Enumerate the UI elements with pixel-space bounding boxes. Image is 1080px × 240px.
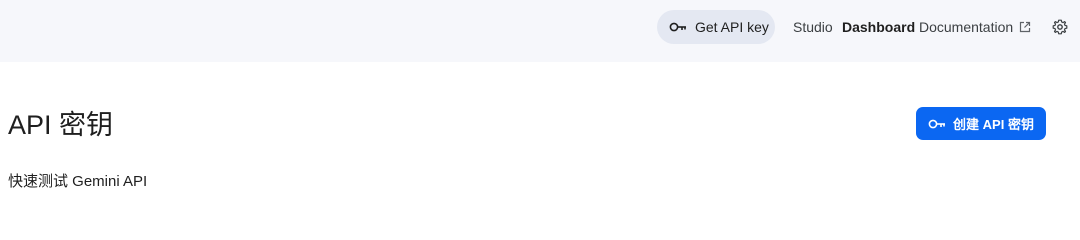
nav-documentation-label: Documentation [919,19,1014,35]
get-api-key-button[interactable]: Get API key [657,10,775,44]
key-icon [928,119,946,129]
create-api-key-label: 创建 API 密钥 [953,117,1034,132]
page-title: API 密钥 [8,110,114,140]
key-icon [669,22,687,32]
nav-studio-link[interactable]: Studio [793,19,833,35]
nav-documentation-link[interactable]: Documentation [919,19,1031,35]
top-bar: Get API key Studio Dashboard Documentati… [0,0,1080,62]
nav-dashboard-link[interactable]: Dashboard [842,19,915,35]
get-api-key-label: Get API key [695,19,769,35]
external-link-icon [1019,21,1031,33]
gear-icon[interactable] [1052,19,1068,35]
create-api-key-button[interactable]: 创建 API 密钥 [916,107,1046,140]
section-subtitle: 快速测试 Gemini API [8,173,148,190]
